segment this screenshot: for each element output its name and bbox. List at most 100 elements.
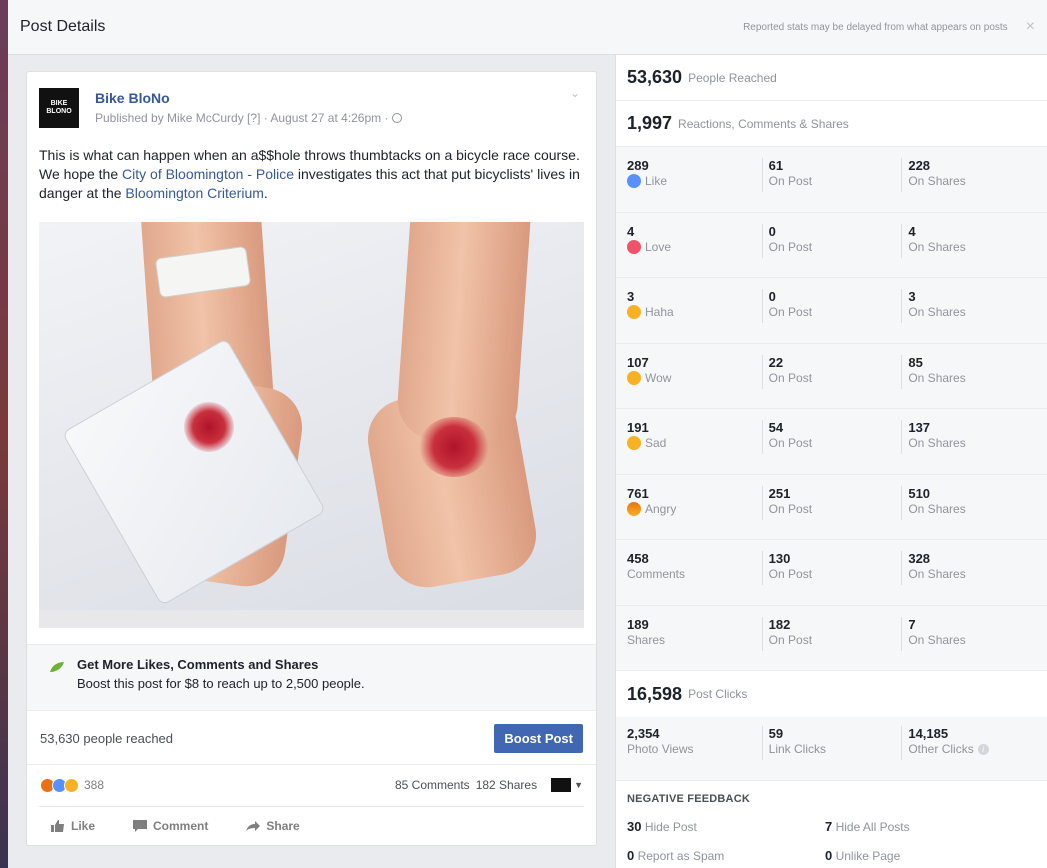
- stat-on-post-label: On Post: [768, 370, 813, 385]
- reach-row: 53,630 people reached Boost Post: [27, 712, 596, 765]
- stat-on-shares-number: 3: [908, 289, 916, 304]
- caret-down-icon: ▼: [574, 780, 583, 790]
- hide-post-label: Hide Post: [644, 820, 697, 834]
- negative-feedback: NEGATIVE FEEDBACK 30 Hide Post 7 Hide Al…: [616, 781, 1047, 863]
- stat-on-post-label: On Post: [768, 567, 813, 581]
- stat-row-love: 4 Love 0 On Post 4 On Shares: [616, 213, 1047, 278]
- engagement-counts: 85 Comments 182 Shares ▼: [395, 778, 583, 792]
- header-right: Reported stats may be delayed from what …: [743, 19, 1035, 35]
- stat-on-post: 22 On Post: [761, 354, 902, 389]
- post-clicks-row: 16,598 Post Clicks: [616, 671, 1047, 717]
- people-reached-label: People Reached: [688, 70, 777, 85]
- stat-on-shares-number: 4: [908, 223, 916, 239]
- left-wound: [184, 402, 234, 452]
- post-text: This is what can happen when an a$$hole …: [27, 146, 596, 222]
- comments-count-link[interactable]: 85 Comments: [395, 778, 470, 792]
- boost-post-button[interactable]: Boost Post: [494, 723, 583, 753]
- stat-label-text: Like: [645, 174, 668, 188]
- stat-on-shares-label: On Shares: [908, 370, 966, 385]
- post-as-selector[interactable]: ▼: [551, 778, 583, 792]
- page-logo[interactable]: BIKE BLONO: [39, 88, 79, 128]
- stat-on-post: 130 On Post: [761, 551, 902, 585]
- stat-on-post-label: On Post: [768, 305, 813, 319]
- stat-total: 3 Haha: [616, 289, 762, 343]
- people-reached-row: 53,630 People Reached: [616, 55, 1047, 101]
- stat-total-number: 761: [627, 485, 649, 501]
- bedsheet-edge: [39, 610, 584, 628]
- globe-icon: [391, 113, 402, 123]
- close-icon[interactable]: ×: [1026, 19, 1035, 35]
- stat-row-angry: 761 Angry 251 On Post 510 On Shares: [616, 475, 1047, 540]
- post-card: BIKE BLONO Bike BloNo Published by Mike …: [26, 71, 597, 846]
- spam-label: Report as Spam: [637, 849, 725, 863]
- other-clicks-number: 14,185: [908, 726, 949, 741]
- stat-label-text: Love: [645, 239, 672, 254]
- engagement-number: 1,997: [627, 113, 673, 133]
- stat-on-shares-label: On Shares: [908, 174, 966, 188]
- hide-all-label: Hide All Posts: [835, 820, 910, 834]
- like-label: Like: [71, 818, 96, 833]
- stat-on-post-number: 0: [768, 289, 776, 304]
- stat-on-post-label: On Post: [768, 501, 813, 516]
- like-button[interactable]: Like: [51, 819, 95, 833]
- stat-on-post-number: 22: [768, 354, 784, 370]
- other-clicks: 14,185 Other Clicks i: [901, 726, 1047, 760]
- photo-views-label: Photo Views: [627, 742, 694, 756]
- stat-on-shares: 228 On Shares: [901, 158, 1047, 192]
- stat-on-post-label: On Post: [768, 632, 813, 647]
- post-clicks-label: Post Clicks: [688, 687, 748, 701]
- dialog-header: Post Details Reported stats may be delay…: [8, 0, 1047, 55]
- post-photo[interactable]: [39, 222, 584, 628]
- reaction-summary[interactable]: 388: [40, 777, 104, 793]
- boost-promo[interactable]: Get More Likes, Comments and Shares Boos…: [27, 644, 596, 711]
- heart-icon: [627, 239, 641, 254]
- laughing-face-icon: [627, 305, 641, 319]
- police-link[interactable]: City of Bloomington - Police: [122, 166, 294, 182]
- report-spam-stat: 0 Report as Spam: [627, 848, 825, 863]
- right-arm: [395, 222, 533, 446]
- negative-feedback-grid: 30 Hide Post 7 Hide All Posts 0 Report a…: [627, 819, 1036, 863]
- post-text-part3: .: [263, 185, 268, 201]
- stat-row-comments: 458 Comments 130 On Post 328 On Shares: [616, 540, 1047, 606]
- criterium-link[interactable]: Bloomington Criterium: [125, 185, 264, 201]
- stat-on-post-number: 182: [768, 616, 791, 632]
- hide-post-number: 30: [627, 819, 642, 834]
- publish-text: Published by Mike McCurdy [?] · August 2…: [95, 111, 389, 125]
- stat-on-shares-label: On Shares: [908, 567, 966, 581]
- stat-on-shares: 3 On Shares: [901, 289, 1047, 323]
- leaf-icon: [50, 662, 64, 672]
- photo-views-number: 2,354: [627, 726, 660, 741]
- chevron-down-icon[interactable]: ⌄: [570, 86, 580, 100]
- stat-total: 289 Like: [616, 158, 762, 212]
- stat-on-post-number: 61: [768, 158, 784, 173]
- share-arrow-icon: [246, 820, 261, 831]
- stat-total-label: Wow: [627, 370, 762, 386]
- post-header: BIKE BLONO Bike BloNo Published by Mike …: [27, 72, 596, 146]
- page-name-link[interactable]: Bike BloNo: [95, 90, 402, 106]
- info-icon[interactable]: i: [977, 743, 989, 755]
- unlike-page-stat: 0 Unlike Page: [825, 848, 1023, 863]
- stat-total-label: Like: [627, 173, 762, 189]
- stat-total: 189 Shares: [616, 617, 762, 671]
- stat-total: 458 Comments: [616, 551, 762, 605]
- stat-on-shares: 137 On Shares: [901, 420, 1047, 454]
- reactions-row: 388 85 Comments 182 Shares ▼: [27, 766, 596, 804]
- stat-total-label: Angry: [627, 501, 762, 517]
- post-clicks-number: 16,598: [627, 683, 683, 704]
- stat-label-text: Shares: [627, 632, 666, 647]
- stat-on-shares-label: On Shares: [908, 632, 966, 647]
- reaction-breakdown: 289 Like 61 On Post 228 On Shares 4 Love: [616, 147, 1047, 671]
- stat-on-post: 61 On Post: [761, 158, 902, 192]
- stat-on-post: 251 On Post: [761, 485, 902, 520]
- engagement-row: 1,997 Reactions, Comments & Shares: [616, 101, 1047, 147]
- share-button[interactable]: Share: [246, 819, 300, 833]
- link-clicks-number: 59: [768, 726, 784, 741]
- comment-icon: [133, 819, 148, 832]
- surprised-face-icon: [627, 370, 641, 385]
- stat-on-post: 182 On Post: [761, 616, 902, 651]
- shares-count-link[interactable]: 182 Shares: [476, 778, 537, 792]
- comment-button[interactable]: Comment: [133, 819, 208, 833]
- thumbs-up-icon: [51, 819, 64, 832]
- angry-face-icon: [627, 501, 641, 516]
- stat-total-number: 4: [627, 223, 635, 239]
